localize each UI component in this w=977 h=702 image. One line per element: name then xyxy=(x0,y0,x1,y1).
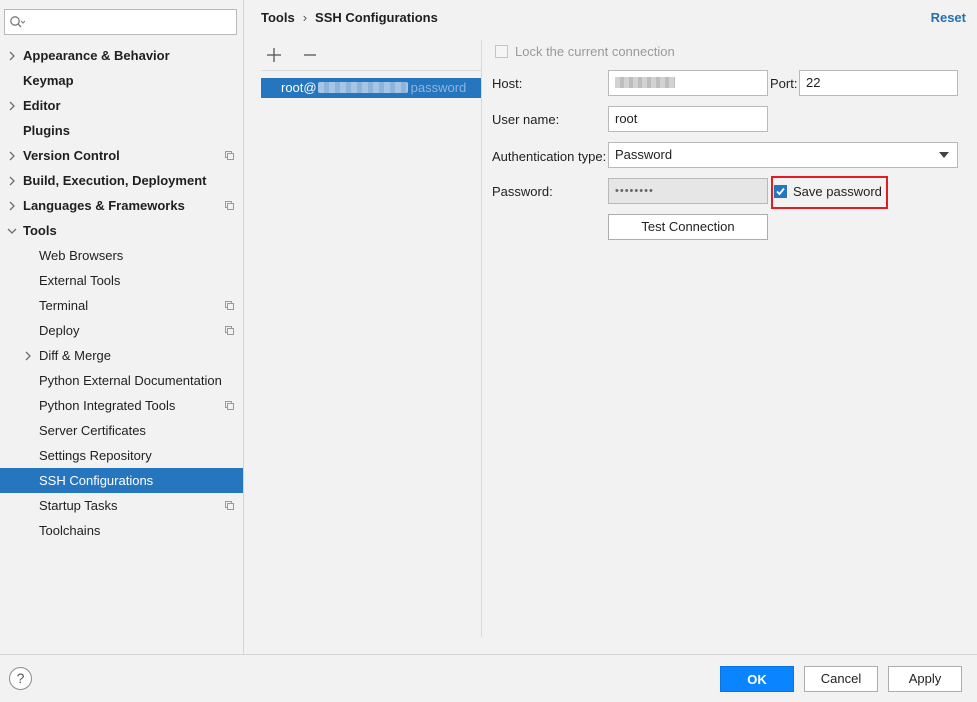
sidebar-item-deploy[interactable]: Deploy xyxy=(0,318,243,343)
host-label: Host: xyxy=(492,76,523,91)
host-value-redacted xyxy=(615,77,675,89)
lock-connection-label: Lock the current connection xyxy=(515,44,675,59)
sidebar-item-appearance-behavior[interactable]: Appearance & Behavior xyxy=(0,43,243,68)
sidebar-item-label: Web Browsers xyxy=(39,248,124,263)
sidebar-item-label: Terminal xyxy=(39,298,89,313)
search-icon xyxy=(10,16,25,28)
minus-icon[interactable] xyxy=(299,44,321,66)
ssh-entry-auth: password xyxy=(410,80,467,95)
save-password-checkbox[interactable] xyxy=(774,185,787,198)
project-scope-icon xyxy=(225,501,234,510)
sidebar-item-editor[interactable]: Editor xyxy=(0,93,243,118)
sidebar-item-ssh-configurations[interactable]: SSH Configurations xyxy=(0,468,243,493)
sidebar-item-settings-repository[interactable]: Settings Repository xyxy=(0,443,243,468)
project-scope-icon xyxy=(225,201,234,210)
breadcrumb: Tools › SSH Configurations xyxy=(261,10,438,25)
sidebar-item-label: Keymap xyxy=(23,73,74,88)
settings-search-input[interactable] xyxy=(27,12,232,32)
port-field[interactable]: 22 xyxy=(799,70,958,96)
sidebar-item-label: Build, Execution, Deployment xyxy=(23,173,207,188)
lock-connection-checkbox[interactable] xyxy=(495,45,508,58)
project-scope-icon xyxy=(225,301,234,310)
list-divider xyxy=(261,70,481,71)
auth-type-select[interactable]: Password xyxy=(608,142,958,168)
breadcrumb-item[interactable]: Tools xyxy=(261,10,295,25)
dialog-footer: ? OK Cancel Apply xyxy=(0,654,977,702)
breadcrumb-separator-icon: › xyxy=(302,10,308,25)
username-field[interactable]: root xyxy=(608,106,768,132)
help-button[interactable]: ? xyxy=(9,667,32,690)
settings-search-field[interactable] xyxy=(4,9,237,35)
sidebar-item-label: Appearance & Behavior xyxy=(23,48,170,63)
sidebar-item-label: Plugins xyxy=(23,123,70,138)
breadcrumb-item: SSH Configurations xyxy=(315,10,438,25)
sidebar-item-external-tools[interactable]: External Tools xyxy=(0,268,243,293)
sidebar-item-languages-frameworks[interactable]: Languages & Frameworks xyxy=(0,193,243,218)
sidebar-item-label: Server Certificates xyxy=(39,423,146,438)
sidebar-item-label: Startup Tasks xyxy=(39,498,118,513)
plus-icon[interactable] xyxy=(263,44,285,66)
sidebar-item-label: Diff & Merge xyxy=(39,348,112,363)
sidebar-item-label: Languages & Frameworks xyxy=(23,198,185,213)
username-label: User name: xyxy=(492,112,560,127)
sidebar-item-web-browsers[interactable]: Web Browsers xyxy=(0,243,243,268)
sidebar-item-python-integrated-tools[interactable]: Python Integrated Tools xyxy=(0,393,243,418)
sidebar-item-build-execution-deployment[interactable]: Build, Execution, Deployment xyxy=(0,168,243,193)
sidebar-item-label: Deploy xyxy=(39,323,80,338)
auth-type-value: Password xyxy=(615,147,673,162)
host-field[interactable] xyxy=(608,70,768,96)
project-scope-icon xyxy=(225,326,234,335)
project-scope-icon xyxy=(225,151,234,160)
sidebar-item-toolchains[interactable]: Toolchains xyxy=(0,518,243,543)
sidebar-item-version-control[interactable]: Version Control xyxy=(0,143,243,168)
project-scope-icon xyxy=(225,401,234,410)
password-field[interactable]: •••••••• xyxy=(608,178,768,204)
settings-header: Tools › SSH Configurations Reset xyxy=(245,0,977,36)
sidebar-item-terminal[interactable]: Terminal xyxy=(0,293,243,318)
sidebar-item-plugins[interactable]: Plugins xyxy=(0,118,243,143)
sidebar-item-label: Tools xyxy=(23,223,57,238)
ssh-configurations-list-panel: root@ password xyxy=(261,40,481,637)
sidebar-item-startup-tasks[interactable]: Startup Tasks xyxy=(0,493,243,518)
reset-link[interactable]: Reset xyxy=(931,10,966,25)
sidebar-item-label: SSH Configurations xyxy=(39,473,154,488)
dropdown-arrow-icon xyxy=(939,152,949,158)
sidebar-item-tools[interactable]: Tools xyxy=(0,218,243,243)
settings-sidebar: Appearance & Behavior Keymap Editor Plug… xyxy=(0,0,244,654)
ssh-entry-host-redacted xyxy=(317,82,408,94)
sidebar-item-label: Version Control xyxy=(23,148,120,163)
save-password-label: Save password xyxy=(793,184,882,199)
ssh-entry-user: root@ xyxy=(281,80,317,95)
sidebar-item-label: Python External Documentation xyxy=(39,373,222,388)
auth-type-label: Authentication type: xyxy=(492,149,607,164)
password-label: Password: xyxy=(492,184,553,199)
cancel-button[interactable]: Cancel xyxy=(804,666,878,692)
sidebar-item-python-external-documentation[interactable]: Python External Documentation xyxy=(0,368,243,393)
test-connection-button[interactable]: Test Connection xyxy=(608,214,768,240)
sidebar-item-label: Python Integrated Tools xyxy=(39,398,176,413)
panel-divider xyxy=(481,40,482,637)
sidebar-item-label: Settings Repository xyxy=(39,448,152,463)
ok-button[interactable]: OK xyxy=(720,666,794,692)
sidebar-item-label: Toolchains xyxy=(39,523,101,538)
sidebar-item-diff-merge[interactable]: Diff & Merge xyxy=(0,343,243,368)
sidebar-item-keymap[interactable]: Keymap xyxy=(0,68,243,93)
settings-tree: Appearance & Behavior Keymap Editor Plug… xyxy=(0,43,243,543)
checkmark-icon xyxy=(776,187,785,196)
port-label: Port: xyxy=(770,76,798,91)
apply-button[interactable]: Apply xyxy=(888,666,962,692)
ssh-configuration-list-item[interactable]: root@ password xyxy=(261,78,481,98)
sidebar-item-label: Editor xyxy=(23,98,61,113)
sidebar-item-label: External Tools xyxy=(39,273,121,288)
sidebar-item-server-certificates[interactable]: Server Certificates xyxy=(0,418,243,443)
